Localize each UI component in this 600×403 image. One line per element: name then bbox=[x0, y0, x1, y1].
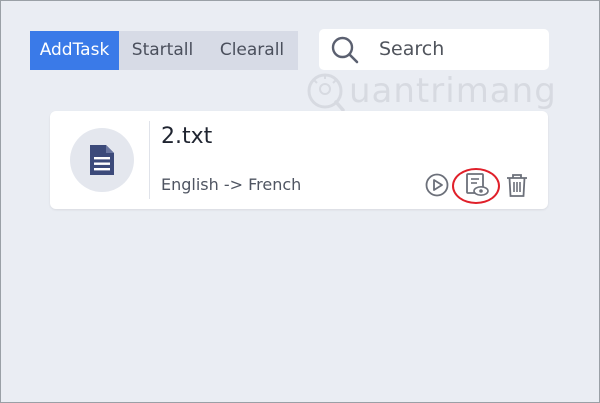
watermark: uantrimang bbox=[303, 68, 557, 114]
watermark-logo-icon bbox=[307, 73, 345, 112]
clear-all-button[interactable]: Clearall bbox=[206, 31, 298, 70]
file-name: 2.txt bbox=[161, 124, 213, 149]
trash-icon bbox=[507, 174, 527, 197]
divider bbox=[149, 121, 150, 199]
search-input[interactable] bbox=[379, 35, 539, 63]
task-card: 2.txt English -> French bbox=[50, 111, 548, 209]
search-box[interactable] bbox=[319, 29, 549, 70]
start-all-button[interactable]: Startall bbox=[119, 31, 206, 70]
delete-button[interactable] bbox=[504, 172, 530, 198]
add-task-button[interactable]: AddTask bbox=[30, 31, 119, 70]
play-icon bbox=[425, 173, 449, 197]
preview-button[interactable] bbox=[464, 172, 490, 198]
start-task-button[interactable] bbox=[424, 172, 450, 198]
file-avatar bbox=[70, 128, 134, 192]
language-pair: English -> French bbox=[161, 175, 302, 194]
watermark-text: uantrimang bbox=[349, 71, 557, 111]
search-icon bbox=[331, 36, 359, 64]
toolbar: AddTask Startall Clearall bbox=[30, 31, 298, 70]
preview-document-icon bbox=[466, 173, 489, 196]
document-icon bbox=[90, 145, 114, 175]
